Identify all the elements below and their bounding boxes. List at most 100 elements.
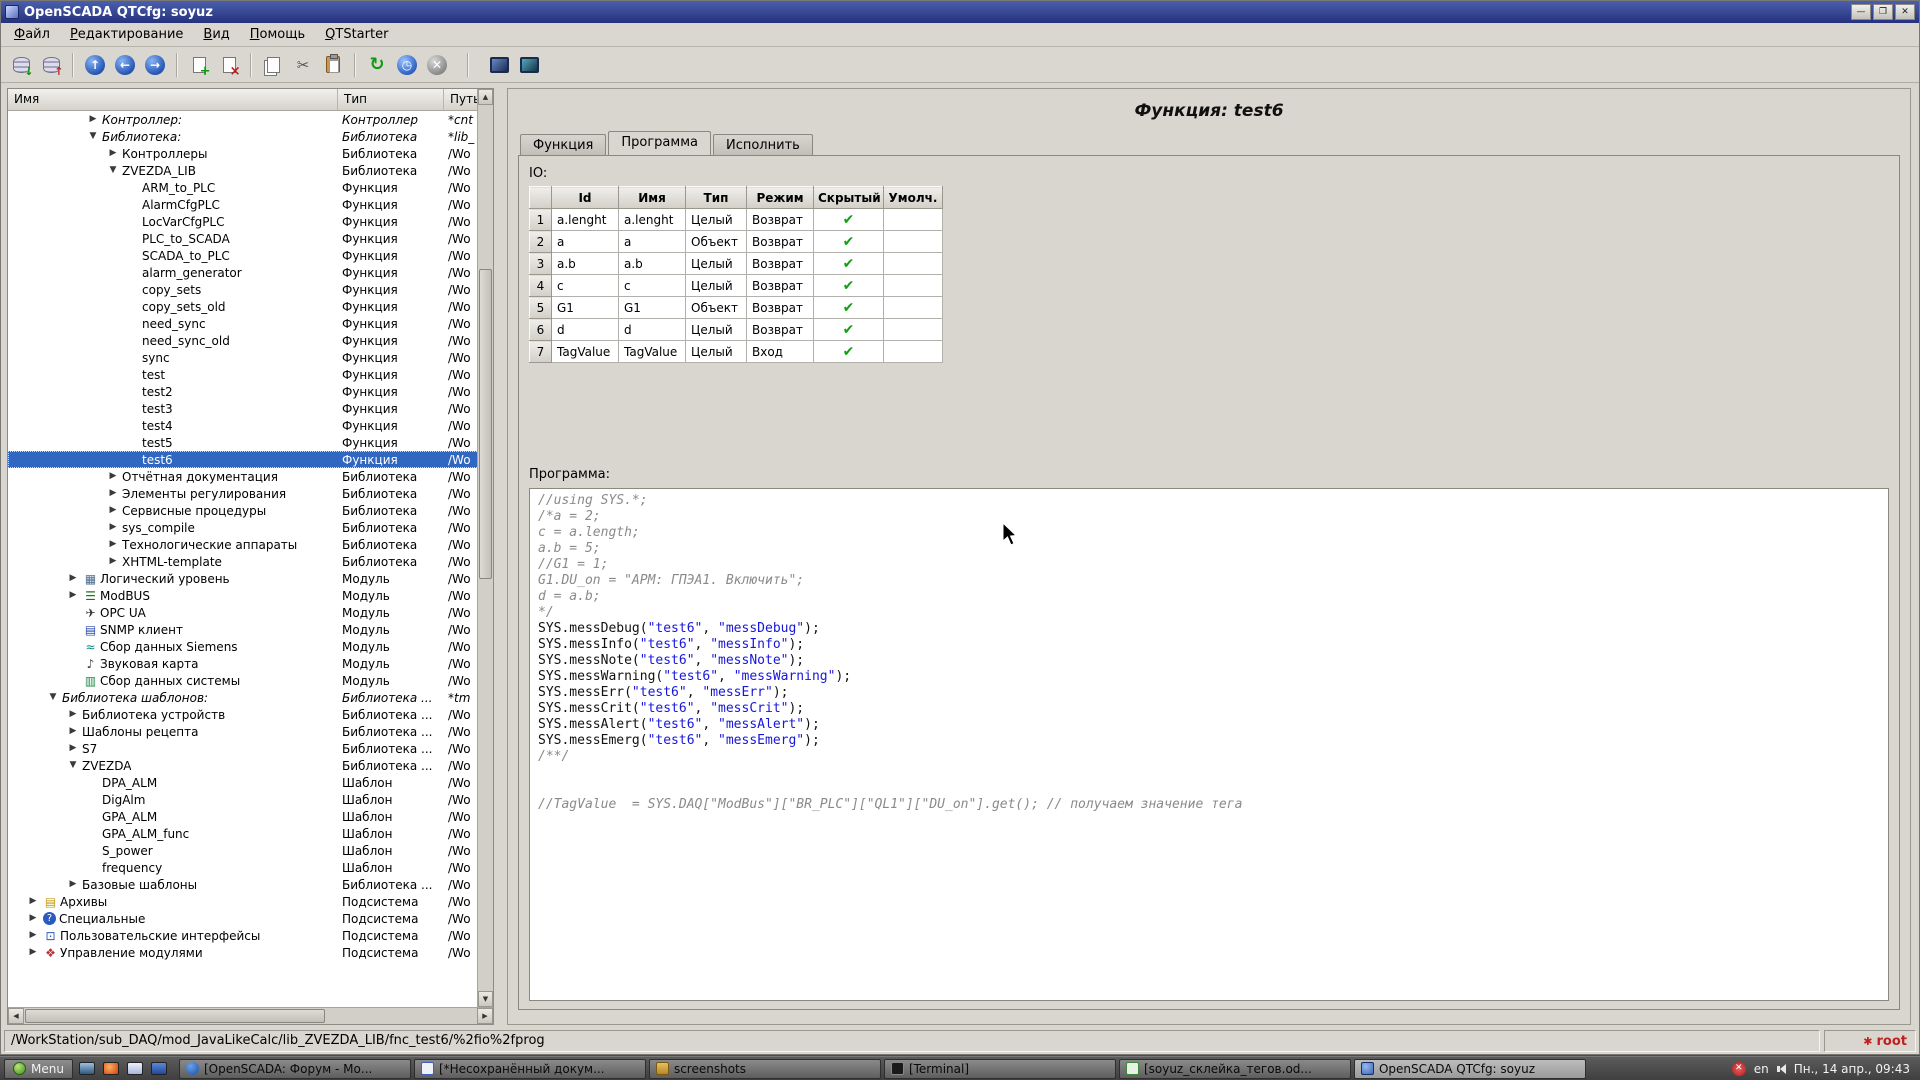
stop-update-button[interactable]: ✕ [423,51,451,79]
tree-item[interactable]: ▼ZVEZDAБиблиотека .../Wo [8,757,493,774]
tree-item[interactable]: copy_setsФункция/Wo [8,281,493,298]
desktop-menu-button[interactable]: Menu [4,1059,73,1079]
io-cell-default[interactable] [884,275,943,297]
tree-item[interactable]: ≈Сбор данных SiemensМодуль/Wo [8,638,493,655]
expander-icon[interactable]: ▶ [104,540,122,549]
hscroll-thumb[interactable] [25,1009,325,1023]
scroll-right-icon[interactable]: ▶ [477,1008,493,1024]
tree-item[interactable]: frequencyШаблон/Wo [8,859,493,876]
tree-item[interactable]: test5Функция/Wo [8,434,493,451]
io-cell-mode[interactable]: Возврат [747,253,814,275]
tree-item[interactable]: test3Функция/Wo [8,400,493,417]
vscroll-thumb[interactable] [479,269,492,579]
expander-icon[interactable]: ▶ [104,506,122,515]
tree-item[interactable]: ▶Отчётная документацияБиблиотека/Wo [8,468,493,485]
tree-item[interactable]: DigAlmШаблон/Wo [8,791,493,808]
io-cell-type[interactable]: Объект [686,231,747,253]
io-cell-mode[interactable]: Возврат [747,319,814,341]
expander-icon[interactable]: ▼ [44,693,62,702]
tree-item[interactable]: ▶S7Библиотека .../Wo [8,740,493,757]
io-cell-default[interactable] [884,253,943,275]
tree-item[interactable]: test6Функция/Wo [8,451,493,468]
tab-execute[interactable]: Исполнить [713,134,813,155]
tree-item[interactable]: AlarmCfgPLCФункция/Wo [8,196,493,213]
tree-item[interactable]: LocVarCfgPLCФункция/Wo [8,213,493,230]
tree-item[interactable]: ▶sys_compileБиблиотека/Wo [8,519,493,536]
expander-icon[interactable]: ▶ [24,948,42,957]
io-cell-id[interactable]: G1 [552,297,619,319]
io-col-header[interactable]: Скрытый [814,187,884,209]
tree-item[interactable]: ▶XHTML-templateБиблиотека/Wo [8,553,493,570]
scroll-up-icon[interactable]: ▲ [478,89,493,105]
io-cell-default[interactable] [884,341,943,363]
io-cell-id[interactable]: d [552,319,619,341]
io-cell-type[interactable]: Целый [686,253,747,275]
tree-header-name[interactable]: Имя [8,89,338,110]
task-folder[interactable]: screenshots [649,1059,881,1079]
start-periodic-update-button[interactable]: ◷ [393,51,421,79]
program-code-editor[interactable]: //using SYS.*;/*a = 2;c = a.length;a.b =… [529,488,1889,1001]
up-button[interactable]: ↑ [81,51,109,79]
io-cell-hidden[interactable]: ✔ [814,319,884,341]
cut-item-button[interactable]: ✂ [289,51,317,79]
io-cell-type[interactable]: Целый [686,209,747,231]
expander-icon[interactable]: ▶ [104,523,122,532]
expander-icon[interactable]: ▶ [104,557,122,566]
io-cell-type[interactable]: Целый [686,319,747,341]
tree-item[interactable]: ▶☰ModBUSМодуль/Wo [8,587,493,604]
tree-item[interactable]: need_syncФункция/Wo [8,315,493,332]
io-cell-default[interactable] [884,231,943,253]
expander-icon[interactable]: ▶ [24,914,42,923]
tree-item[interactable]: ▶КонтроллерыБиблиотека/Wo [8,145,493,162]
io-cell-id[interactable]: c [552,275,619,297]
minimize-button[interactable]: — [1851,4,1871,20]
tree-item[interactable]: ▶Шаблоны рецептаБиблиотека .../Wo [8,723,493,740]
tree-item[interactable]: ▶Базовые шаблоныБиблиотека .../Wo [8,876,493,893]
launcher-file-manager[interactable] [148,1059,170,1079]
tree-item[interactable]: SCADA_to_PLCФункция/Wo [8,247,493,264]
io-cell-name[interactable]: a.b [619,253,686,275]
io-cell-name[interactable]: c [619,275,686,297]
tree-horizontal-scrollbar[interactable]: ◀ ▶ [8,1007,493,1024]
keyboard-layout[interactable]: en [1754,1062,1769,1076]
tree-item[interactable]: ▥Сбор данных системыМодуль/Wo [8,672,493,689]
io-cell-id[interactable]: a.lenght [552,209,619,231]
load-from-db-button[interactable] [7,51,35,79]
task-qtcfg[interactable]: OpenSCADA QTCfg: soyuz [1354,1059,1586,1079]
tree-item[interactable]: ▶❖Управление модулямиПодсистема/Wo [8,944,493,961]
tree-item[interactable]: ARM_to_PLCФункция/Wo [8,179,493,196]
io-col-header[interactable]: Имя [619,187,686,209]
qtcfg-launch-button[interactable] [485,51,513,79]
tree-item[interactable]: ▶⊡Пользовательские интерфейсыПодсистема/… [8,927,493,944]
copy-item-button[interactable] [259,51,287,79]
io-cell-mode[interactable]: Возврат [747,231,814,253]
io-cell-mode[interactable]: Возврат [747,297,814,319]
tree-header-type[interactable]: Тип [338,89,444,110]
tree-item[interactable]: ▼Библиотека:Библиотека*lib_ [8,128,493,145]
menu-help[interactable]: Помощь [241,25,314,44]
delete-item-button[interactable] [215,51,243,79]
tree-item[interactable]: testФункция/Wo [8,366,493,383]
tree-item[interactable]: S_powerШаблон/Wo [8,842,493,859]
io-cell-mode[interactable]: Возврат [747,275,814,297]
tree-item[interactable]: ▤SNMP клиентМодуль/Wo [8,621,493,638]
menu-qtstarter[interactable]: QTStarter [316,25,397,44]
tree-item[interactable]: ▶▦Логический уровеньМодуль/Wo [8,570,493,587]
io-cell-id[interactable]: a.b [552,253,619,275]
tree-item[interactable]: DPA_ALMШаблон/Wo [8,774,493,791]
io-cell-default[interactable] [884,297,943,319]
task-terminal[interactable]: [Terminal] [884,1059,1116,1079]
menu-file[interactable]: Файл [5,25,59,44]
maximize-button[interactable]: ❐ [1873,4,1893,20]
expander-icon[interactable]: ▼ [64,761,82,770]
tree-item[interactable]: copy_sets_oldФункция/Wo [8,298,493,315]
io-col-header[interactable]: Умолч. [884,187,943,209]
tree-item[interactable]: ▶Библиотека устройствБиблиотека .../Wo [8,706,493,723]
tree-item[interactable]: ▼ZVEZDA_LIBБиблиотека/Wo [8,162,493,179]
add-item-button[interactable] [185,51,213,79]
tree-item[interactable]: ▶Контроллер:Контроллер*cnt [8,111,493,128]
volume-icon[interactable] [1777,1064,1786,1074]
tab-function[interactable]: Функция [520,134,606,155]
launcher-web-browser[interactable] [100,1059,122,1079]
task-forum[interactable]: [OpenSCADA: Форум - Мо... [179,1059,411,1079]
